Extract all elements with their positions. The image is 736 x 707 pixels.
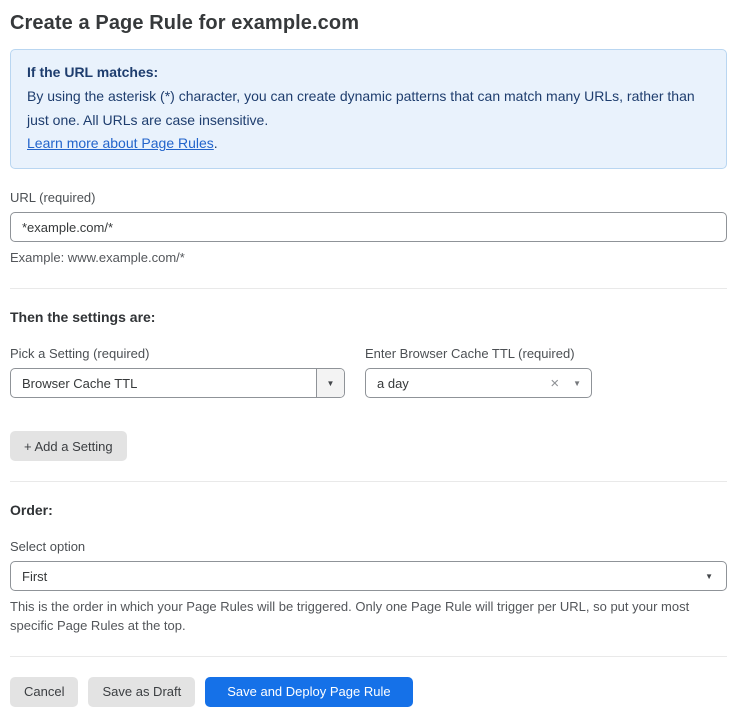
save-and-deploy-button[interactable]: Save and Deploy Page Rule — [205, 677, 412, 707]
ttl-picker-label: Enter Browser Cache TTL (required) — [365, 346, 592, 361]
order-helper-text: This is the order in which your Page Rul… — [10, 598, 726, 636]
info-box-heading: If the URL matches: — [27, 61, 710, 85]
create-page-rule-form: Create a Page Rule for example.com If th… — [0, 0, 736, 707]
learn-more-link[interactable]: Learn more about Page Rules — [27, 135, 214, 151]
page-title: Create a Page Rule for example.com — [10, 12, 727, 35]
save-as-draft-button[interactable]: Save as Draft — [88, 677, 195, 707]
setting-picker-dropdown-button[interactable]: ▼ — [316, 369, 344, 397]
settings-section-heading: Then the settings are: — [10, 309, 727, 325]
setting-picker-column: Pick a Setting (required) Browser Cache … — [10, 346, 345, 398]
chevron-down-icon: ▼ — [705, 572, 713, 581]
url-input[interactable] — [10, 212, 727, 242]
divider — [10, 481, 727, 482]
divider — [10, 288, 727, 289]
url-field-label: URL (required) — [10, 190, 727, 205]
info-link-row: Learn more about Page Rules. — [27, 132, 710, 156]
url-match-info-box: If the URL matches: By using the asteris… — [10, 49, 727, 169]
clear-icon[interactable]: × — [550, 376, 559, 391]
info-box-body: By using the asterisk (*) character, you… — [27, 85, 710, 133]
ttl-picker-column: Enter Browser Cache TTL (required) a day… — [365, 346, 592, 398]
link-period: . — [214, 135, 218, 151]
chevron-down-icon: ▼ — [327, 379, 335, 388]
order-select-label: Select option — [10, 539, 727, 554]
settings-row: Pick a Setting (required) Browser Cache … — [10, 346, 727, 398]
order-select-value: First — [22, 569, 705, 584]
setting-picker-select[interactable]: Browser Cache TTL ▼ — [10, 368, 345, 398]
add-setting-wrap: + Add a Setting — [10, 431, 727, 461]
setting-picker-value: Browser Cache TTL — [11, 369, 316, 397]
divider — [10, 656, 727, 657]
add-setting-button[interactable]: + Add a Setting — [10, 431, 127, 461]
setting-picker-label: Pick a Setting (required) — [10, 346, 345, 361]
ttl-picker-combobox[interactable]: a day × ▼ — [365, 368, 592, 398]
cancel-button[interactable]: Cancel — [10, 677, 78, 707]
order-select[interactable]: First ▼ — [10, 561, 727, 591]
chevron-down-icon[interactable]: ▼ — [573, 379, 581, 388]
footer-actions: Cancel Save as Draft Save and Deploy Pag… — [10, 677, 727, 707]
order-section-heading: Order: — [10, 502, 727, 518]
ttl-picker-value: a day — [377, 376, 550, 391]
url-example-helper: Example: www.example.com/* — [10, 249, 727, 268]
